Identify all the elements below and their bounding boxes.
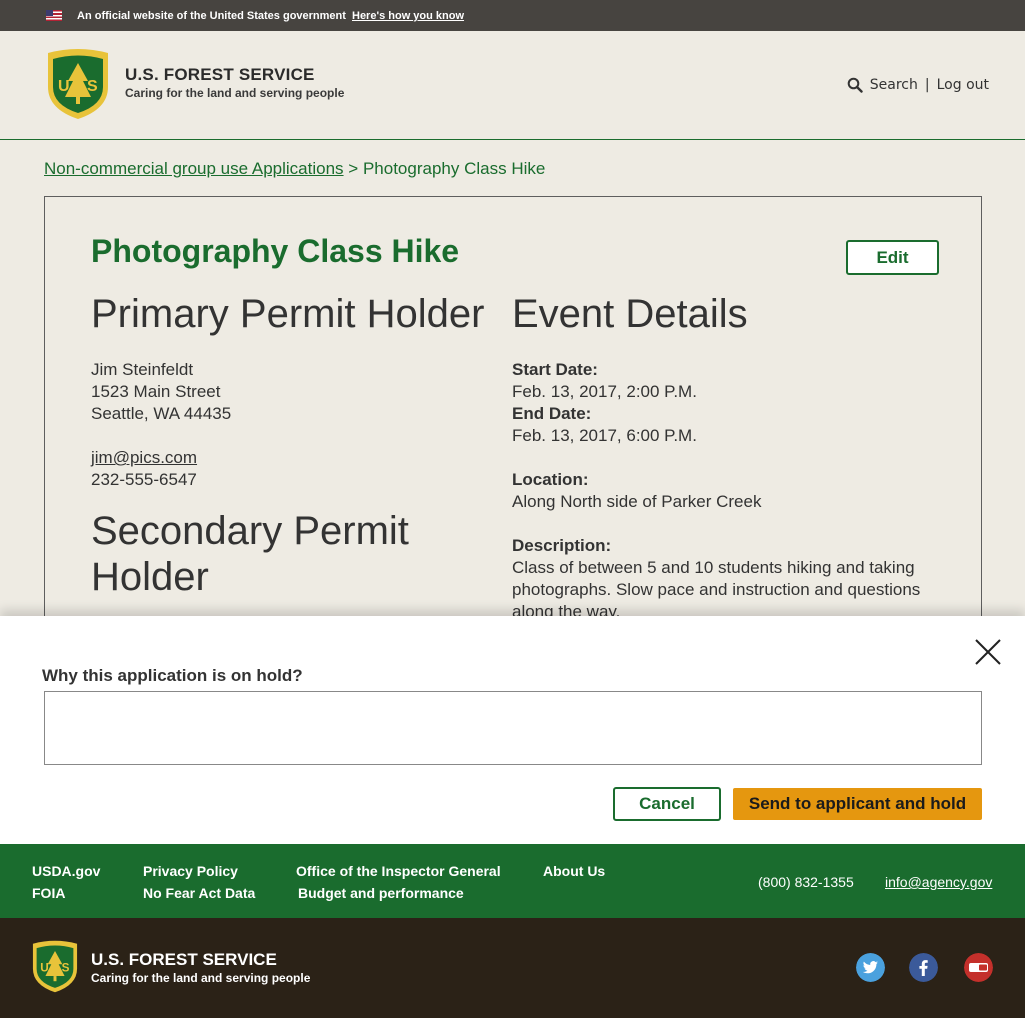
facebook-icon[interactable] [909, 953, 938, 982]
footer-identity: U S U.S. FOREST SERVICE Caring for the l… [0, 918, 1025, 1018]
event-details-heading: Event Details [512, 292, 748, 336]
footer-shield-icon: U S [32, 940, 78, 993]
footer-site-title: U.S. FOREST SERVICE [91, 950, 277, 969]
footer-site-tagline: Caring for the land and serving people [91, 971, 311, 985]
footer-email-link[interactable]: info@agency.gov [885, 874, 992, 890]
breadcrumb-parent-link[interactable]: Non-commercial group use Applications [44, 159, 344, 178]
svg-text:U: U [40, 962, 49, 975]
svg-text:U: U [58, 78, 70, 95]
hold-reason-input[interactable] [44, 691, 982, 765]
footer-link-foia[interactable]: FOIA [32, 885, 65, 901]
end-date-label: End Date: [512, 404, 592, 423]
search-link[interactable]: Search [870, 77, 918, 93]
breadcrumb-current: Photography Class Hike [362, 159, 546, 178]
search-icon[interactable] [847, 77, 863, 93]
start-date-value: Feb. 13, 2017, 2:00 P.M. [512, 382, 697, 401]
primary-holder-street: 1523 Main Street [91, 382, 221, 401]
cancel-button[interactable]: Cancel [613, 787, 721, 821]
primary-holder-phone: 232-555-6547 [91, 470, 197, 489]
logout-link[interactable]: Log out [937, 77, 989, 93]
description-label: Description: [512, 536, 612, 555]
youtube-icon[interactable] [964, 953, 993, 982]
footer-link-inspector-general[interactable]: Office of the Inspector General [296, 863, 501, 879]
footer-link-budget[interactable]: Budget and performance [298, 885, 464, 901]
breadcrumb: Non-commercial group use Applications > … [44, 159, 545, 179]
gov-banner-label: An official website of the United States… [77, 10, 346, 22]
footer-link-about[interactable]: About Us [543, 863, 605, 879]
primary-holder-name: Jim Steinfeldt [91, 360, 194, 379]
location-label: Location: [512, 470, 589, 489]
header-nav: Search | Log out [847, 77, 989, 93]
end-date-value: Feb. 13, 2017, 6:00 P.M. [512, 426, 697, 445]
description-value: Class of between 5 and 10 students hikin… [512, 558, 921, 621]
location-value: Along North side of Parker Creek [512, 492, 762, 511]
hold-reason-label: Why this application is on hold? [42, 666, 303, 685]
site-title[interactable]: U.S. FOREST SERVICE [125, 65, 315, 85]
footer-link-usda[interactable]: USDA.gov [32, 863, 100, 879]
nav-separator: | [924, 77, 930, 93]
forest-service-shield-icon[interactable]: U S [44, 47, 112, 121]
start-date-label: Start Date: [512, 360, 598, 379]
twitter-icon[interactable] [856, 953, 885, 982]
hold-reason-panel: Why this application is on hold? Cancel … [0, 616, 1025, 845]
primary-holder-heading: Primary Permit Holder [91, 292, 485, 336]
gov-banner-text: An official website of the United States… [77, 10, 464, 22]
footer-links: USDA.gov FOIA Privacy Policy No Fear Act… [0, 844, 1025, 918]
application-title: Photography Class Hike [91, 233, 460, 269]
us-flag-icon [46, 10, 62, 21]
primary-holder-city: Seattle, WA 44435 [91, 404, 232, 423]
close-icon[interactable] [974, 638, 1002, 666]
application-card: Photography Class Hike Edit Primary Perm… [44, 196, 982, 676]
site-tagline: Caring for the land and serving people [125, 86, 345, 100]
send-to-applicant-and-hold-button[interactable]: Send to applicant and hold [733, 788, 982, 820]
svg-text:S: S [62, 962, 70, 975]
site-header: U S U.S. FOREST SERVICE Caring for the l… [0, 31, 1025, 140]
gov-banner: An official website of the United States… [0, 0, 1025, 31]
footer-link-privacy[interactable]: Privacy Policy [143, 863, 238, 879]
edit-button[interactable]: Edit [846, 240, 939, 275]
event-details-column: Event Details Start Date: Feb. 13, 2017,… [512, 291, 942, 623]
breadcrumb-separator: > [348, 159, 359, 178]
svg-text:S: S [87, 78, 98, 95]
permit-holders-column: Primary Permit Holder Jim Steinfeldt 152… [91, 291, 501, 600]
secondary-holder-heading: Secondary Permit Holder [91, 509, 409, 599]
footer-phone: (800) 832-1355 [758, 874, 854, 890]
footer-link-no-fear[interactable]: No Fear Act Data [143, 885, 255, 901]
gov-banner-link[interactable]: Here's how you know [352, 10, 464, 22]
primary-holder-email-link[interactable]: jim@pics.com [91, 448, 197, 467]
